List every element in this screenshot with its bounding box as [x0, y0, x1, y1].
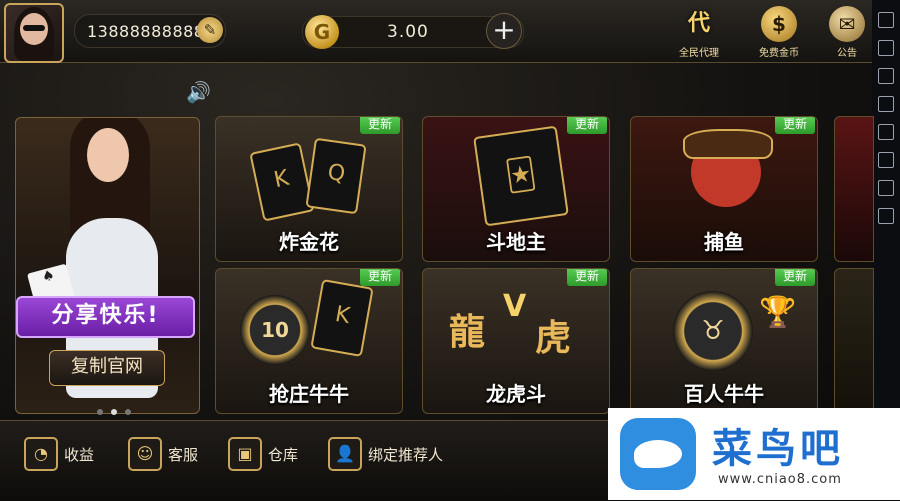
model-face — [87, 128, 129, 182]
share-banner-label: 分享快乐! — [16, 296, 195, 338]
sidebar-icon[interactable] — [878, 152, 894, 168]
coin-balance: 3.00 — [387, 22, 429, 42]
free-coins-label: 免费金币 — [759, 48, 799, 59]
nav-label: 仓库 — [268, 445, 299, 464]
update-badge: 更新 — [567, 269, 607, 286]
earnings-icon: ◔ — [24, 437, 58, 471]
warehouse-icon: ▣ — [228, 437, 262, 471]
nav-bind-referrer[interactable]: 👤 绑定推荐人 — [328, 434, 443, 474]
game-name: 百人牛牛 — [684, 382, 764, 406]
avatar[interactable] — [4, 3, 64, 63]
vs-icon: V — [503, 289, 527, 324]
card-k-icon: K — [249, 142, 315, 222]
edit-pencil-icon[interactable]: ✎ — [197, 17, 223, 43]
add-coins-button[interactable]: + — [486, 13, 522, 49]
sidebar-icon[interactable] — [878, 208, 894, 224]
update-badge: 更新 — [775, 269, 815, 286]
game-tile-zhajinhua[interactable]: K Q 更新 炸金花 — [215, 116, 403, 262]
dollar-coin-icon: $ — [761, 6, 797, 42]
nav-warehouse[interactable]: ▣ 仓库 — [228, 434, 298, 474]
sidebar-icon[interactable] — [878, 12, 894, 28]
watermark: 菜鸟吧 www.cniao8.com — [608, 408, 900, 500]
sidebar-icon[interactable] — [878, 40, 894, 56]
banner-pagination — [97, 400, 139, 419]
game-name: 抢庄牛牛 — [269, 382, 349, 406]
card-q-icon: Q — [305, 137, 367, 215]
agent-label: 全民代理 — [679, 48, 719, 59]
trophy-icon: 🏆 — [759, 295, 797, 330]
speaker-icon: 🔊 — [186, 80, 211, 104]
agent-button[interactable]: 代 全民代理 — [672, 6, 726, 59]
bird-logo-icon — [620, 418, 696, 490]
phone-number-pill: 13888888888 ✎ — [74, 14, 226, 48]
nav-label: 客服 — [168, 445, 199, 464]
game-tile-doudizhu[interactable]: 🃏 更新 斗地主 — [422, 116, 610, 262]
update-badge: 更新 — [360, 117, 400, 134]
sidebar-icon[interactable] — [878, 96, 894, 112]
pirate-hat-icon — [683, 129, 773, 159]
joker-card-icon: 🃏 — [473, 125, 569, 227]
game-tile-qiangzhuangniuniu[interactable]: 10 K 更新 抢庄牛牛 — [215, 268, 403, 414]
nav-earnings[interactable]: ◔ 收益 — [24, 434, 94, 474]
game-name: 斗地主 — [486, 230, 546, 254]
avatar-sunglasses — [23, 25, 45, 31]
game-name: 捕鱼 — [704, 230, 744, 254]
card-k-icon: K — [310, 279, 374, 357]
agent-icon: 代 — [687, 11, 710, 36]
dragon-char-icon: 龍 — [449, 311, 486, 353]
nav-customer-service[interactable]: ☺ 客服 — [128, 434, 198, 474]
chip-icon: 10 — [240, 295, 310, 365]
referrer-icon: 👤 — [328, 437, 362, 471]
tiger-char-icon: 虎 — [535, 317, 572, 359]
customer-service-icon: ☺ — [128, 437, 162, 471]
game-tile-longhudou[interactable]: 龍 虎 V 更新 龙虎斗 — [422, 268, 610, 414]
free-coins-button[interactable]: $ 免费金币 — [752, 6, 806, 59]
page-dot — [111, 409, 117, 415]
page-dot — [125, 409, 131, 415]
notice-button[interactable]: ✉ 公告 — [820, 6, 874, 59]
game-name: 龙虎斗 — [486, 382, 546, 406]
sidebar-icon[interactable] — [878, 180, 894, 196]
phone-number: 13888888888 — [87, 22, 199, 41]
game-name: 炸金花 — [279, 230, 339, 254]
sidebar-icon[interactable] — [878, 124, 894, 140]
game-tile-bairenniuniu[interactable]: ♉ 🏆 更新 百人牛牛 — [630, 268, 818, 414]
notice-label: 公告 — [837, 48, 857, 59]
nav-label: 绑定推荐人 — [368, 445, 444, 464]
nav-label: 收益 — [64, 445, 95, 464]
game-tile-partial[interactable] — [834, 268, 874, 414]
bull-chip-icon: ♉ — [673, 291, 753, 371]
watermark-brand: 菜鸟吧 — [712, 425, 844, 472]
page-dot — [97, 409, 103, 415]
update-badge: 更新 — [567, 117, 607, 134]
game-tile-buyu[interactable]: 更新 捕鱼 — [630, 116, 818, 262]
gold-coin-icon: G — [305, 15, 339, 49]
game-tile-partial[interactable] — [834, 116, 874, 262]
sidebar-icon[interactable] — [878, 68, 894, 84]
update-badge: 更新 — [360, 269, 400, 286]
watermark-url: www.cniao8.com — [718, 472, 842, 487]
envelope-icon: ✉ — [829, 6, 865, 42]
copy-website-button[interactable]: 复制官网 — [49, 350, 165, 386]
update-badge: 更新 — [775, 117, 815, 134]
